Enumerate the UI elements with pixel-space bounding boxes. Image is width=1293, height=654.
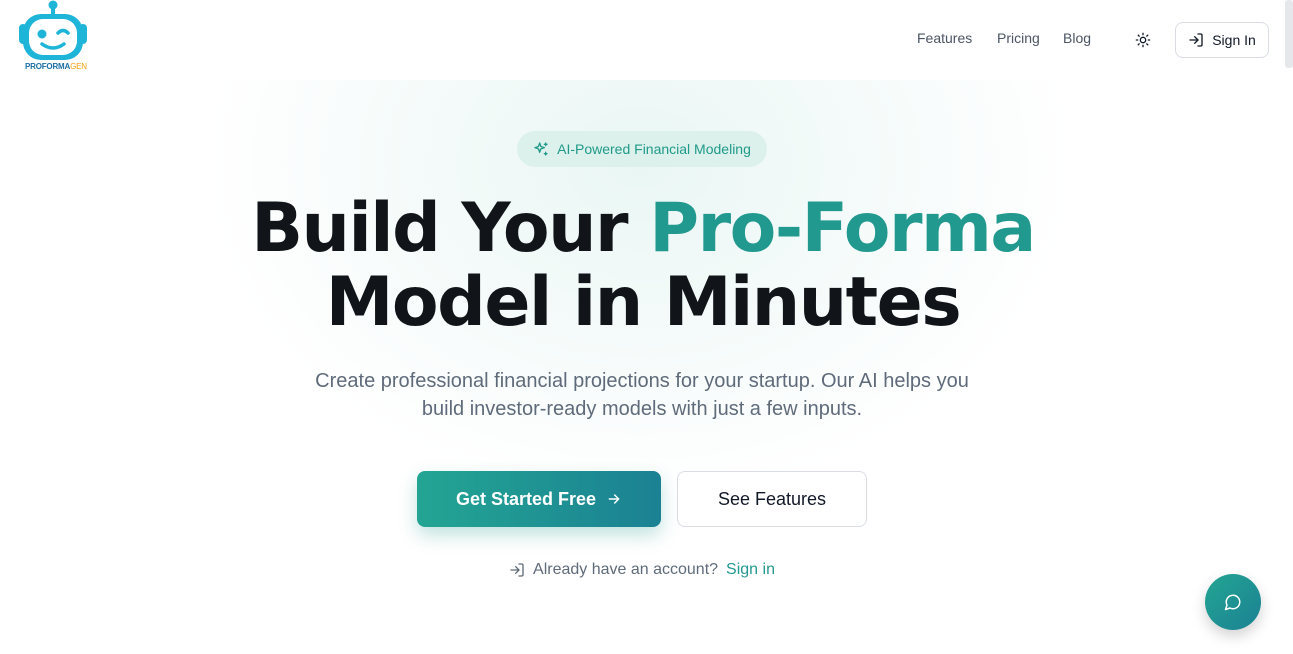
hero-badge-label: AI-Powered Financial Modeling [557,141,751,157]
headline-accent: Pro-Forma [649,189,1036,268]
page-scrollbar[interactable] [1285,0,1293,68]
get-started-label: Get Started Free [455,488,597,509]
log-in-icon [1189,33,1203,47]
sign-in-label: Sign In [1212,32,1256,48]
sparkles-icon [534,142,548,156]
arrow-right-icon [608,494,620,504]
logo-wordmark: PROFORMAGEN [25,62,87,71]
site-header: PROFORMAGEN Features Pricing Blog Sign I… [0,0,1293,80]
log-in-icon [510,563,524,577]
hero-subtitle: Create professional financial projection… [315,370,969,420]
theme-toggle-button[interactable] [1131,28,1155,52]
chat-bubble-icon [1224,594,1241,611]
logo-text-proforma: PROFORMA [25,62,71,71]
sun-icon [1135,32,1151,48]
see-features-button[interactable]: See Features [677,471,867,527]
robot-logo-icon [19,0,87,60]
headline-part-1: Build Your [251,189,650,268]
see-features-label: See Features [717,488,827,509]
chat-button[interactable] [1205,574,1261,630]
nav-link-pricing[interactable]: Pricing [997,30,1040,46]
nav-link-features[interactable]: Features [917,30,972,46]
logo-text-gen: GEN [70,62,87,71]
logo[interactable]: PROFORMAGEN [18,0,90,74]
nav-link-blog[interactable]: Blog [1063,30,1091,46]
sign-in-button[interactable]: Sign In [1175,22,1269,58]
hero-badge: AI-Powered Financial Modeling [517,131,767,167]
account-prompt: Already have an account? Sign in [0,561,1284,579]
account-prompt-text: Already have an account? [533,561,719,578]
get-started-button[interactable]: Get Started Free [417,471,661,527]
headline-part-2: Model in Minutes [325,263,962,342]
hero-headline: Build Your Pro-Forma Model in Minutes [0,192,1286,340]
sign-in-link[interactable]: Sign in [726,561,775,579]
